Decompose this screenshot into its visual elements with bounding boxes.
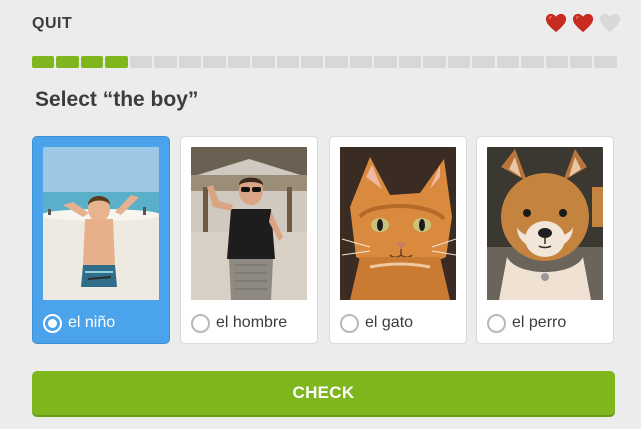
option-label: el hombre bbox=[216, 314, 288, 331]
progress-segment-todo bbox=[276, 56, 299, 68]
quit-button[interactable]: QUIT bbox=[32, 15, 72, 33]
progress-segment-todo bbox=[496, 56, 520, 68]
progress-segment-todo bbox=[154, 56, 177, 68]
progress-segment-todo bbox=[325, 56, 348, 68]
option-label: el perro bbox=[512, 314, 567, 331]
progress-segment-done bbox=[32, 56, 55, 68]
progress-segment-todo bbox=[398, 56, 422, 68]
option-card-man[interactable]: el hombre bbox=[180, 136, 318, 344]
progress-segment-todo bbox=[594, 56, 617, 68]
progress-segment-done bbox=[105, 56, 128, 68]
heart-empty-icon bbox=[599, 13, 621, 33]
radio-button[interactable] bbox=[191, 314, 210, 333]
progress-segment-todo bbox=[374, 56, 397, 68]
question-prompt: Select “the boy” bbox=[35, 88, 199, 111]
progress-segment-todo bbox=[521, 56, 544, 68]
progress-segment-done bbox=[56, 56, 79, 68]
progress-segment-todo bbox=[178, 56, 202, 68]
progress-segment-todo bbox=[423, 56, 446, 68]
heart-full-icon bbox=[545, 13, 567, 33]
hearts-indicator bbox=[545, 12, 621, 34]
answer-options: el niño el hombre el gato el perro bbox=[32, 136, 614, 344]
radio-button[interactable] bbox=[340, 314, 359, 333]
progress-segment-todo bbox=[472, 56, 495, 68]
man-in-sunglasses-image bbox=[191, 147, 307, 300]
progress-segment-done bbox=[80, 56, 104, 68]
heart-full-icon bbox=[572, 13, 594, 33]
boy-at-beach-image bbox=[43, 147, 159, 300]
shiba-dog-image bbox=[487, 147, 603, 300]
progress-segment-todo bbox=[349, 56, 373, 68]
option-label: el gato bbox=[365, 314, 414, 331]
radio-button[interactable] bbox=[43, 314, 62, 333]
progress-segment-todo bbox=[545, 56, 568, 68]
option-label: el niño bbox=[68, 314, 116, 331]
progress-segment-todo bbox=[129, 56, 153, 68]
progress-segment-todo bbox=[300, 56, 324, 68]
lesson-progress-bar bbox=[32, 56, 617, 68]
progress-segment-todo bbox=[227, 56, 251, 68]
progress-segment-todo bbox=[569, 56, 593, 68]
progress-segment-todo bbox=[447, 56, 471, 68]
progress-segment-todo bbox=[203, 56, 226, 68]
check-button[interactable]: CHECK bbox=[32, 371, 615, 415]
orange-cat-image bbox=[340, 147, 456, 300]
option-card-boy[interactable]: el niño bbox=[32, 136, 170, 344]
option-card-cat[interactable]: el gato bbox=[329, 136, 467, 344]
progress-segment-todo bbox=[252, 56, 275, 68]
radio-button[interactable] bbox=[487, 314, 506, 333]
option-card-dog[interactable]: el perro bbox=[476, 136, 614, 344]
